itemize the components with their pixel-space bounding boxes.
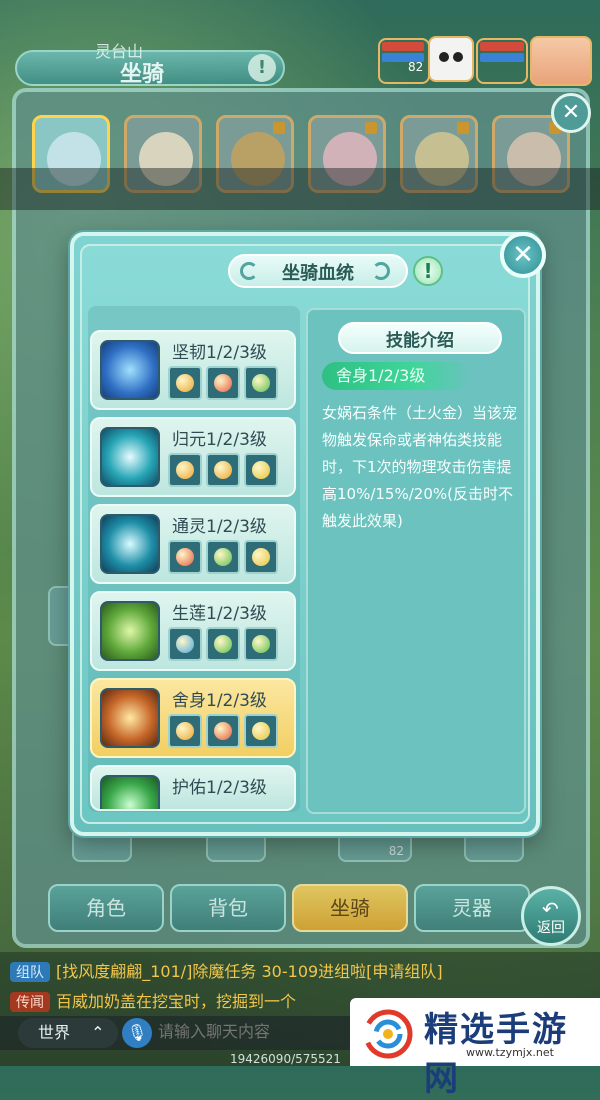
chat-line[interactable]: 组队 [找风度翩翩_101/]除魔任务 30-109进组啦[申请组队] (10, 958, 443, 982)
skill-name: 通灵1/2/3级 (172, 517, 267, 537)
channel-label: 世界 (38, 1023, 71, 1042)
player-avatar[interactable] (530, 36, 592, 86)
skill-name: 护佑1/2/3级 (172, 778, 267, 798)
chat-tag: 传闻 (10, 992, 50, 1012)
gem-icon (206, 627, 240, 661)
gem-icon (244, 627, 278, 661)
skill-name: 生莲1/2/3级 (172, 604, 267, 624)
tab-bag[interactable]: 背包 (170, 884, 286, 932)
spirit-skill-icon (100, 514, 160, 574)
panel-title: 坐骑 (120, 62, 165, 87)
lock-icon (457, 122, 469, 134)
skill-name: 坚韧1/2/3级 (172, 343, 267, 363)
return-origin-skill-icon (100, 427, 160, 487)
swirl-decor-icon (240, 262, 258, 280)
top-hud: 灵台山 坐骑 ! 82 (0, 0, 600, 90)
gem-icon (206, 366, 240, 400)
chat-input[interactable] (158, 1019, 348, 1047)
gem-icon (168, 366, 202, 400)
panel-info-icon[interactable]: ! (248, 54, 276, 82)
tough-skill-icon (100, 340, 160, 400)
watermark-url: www.tzymjx.net (466, 1046, 554, 1059)
modal-info-icon[interactable]: ! (413, 256, 443, 286)
chat-tag: 组队 (10, 962, 50, 982)
mount-panel-close-button[interactable]: ✕ (551, 93, 591, 133)
gem-icon (244, 453, 278, 487)
lock-icon (273, 122, 285, 134)
watermark-logo-icon (363, 1009, 413, 1059)
return-label: 返回 (537, 920, 565, 936)
tab-spirit-artifact[interactable]: 灵器 (414, 884, 530, 932)
gem-icon (168, 627, 202, 661)
gem-icon (244, 366, 278, 400)
modal-close-button[interactable]: ✕ (500, 232, 546, 278)
gem-icon (168, 540, 202, 574)
skill-name: 舍身1/2/3级 (172, 691, 267, 711)
gem-icon (206, 453, 240, 487)
modal-title: 坐骑血统 (282, 263, 354, 284)
chat-text: 百威加奶盖在挖宝时，挖掘到一个 (56, 992, 297, 1011)
return-arrow-icon: ↶ (542, 897, 559, 921)
mount-equip-level: 82 (388, 844, 404, 858)
tab-mount[interactable]: 坐骑 (292, 884, 408, 932)
lotus-skill-icon (100, 601, 160, 661)
player-status[interactable] (476, 38, 528, 84)
microphone-icon[interactable]: 🎙 (122, 1018, 152, 1048)
detail-description: 女娲石条件（土火金）当该宠物触发保命或者神佑类技能时，下1次的物理攻击伤害提高1… (322, 404, 518, 530)
swirl-decor-icon (372, 262, 390, 280)
gem-icon (206, 540, 240, 574)
overlay-strip (0, 168, 600, 210)
gem-icon (244, 540, 278, 574)
gem-icon (206, 714, 240, 748)
gem-icon (168, 453, 202, 487)
gem-icon (168, 714, 202, 748)
detail-title: 技能介绍 (386, 331, 454, 351)
skill-name: 归元1/2/3级 (172, 430, 267, 450)
chat-channel-select[interactable]: 世界 ⌃ (18, 1018, 118, 1048)
return-button[interactable]: ↶ 返回 (521, 886, 581, 946)
skill-card[interactable]: 护佑1/2/3级 (90, 765, 296, 811)
chat-line[interactable]: 传闻 百威加奶盖在挖宝时，挖掘到一个 (10, 988, 296, 1012)
chat-text: [找风度翩翩_101/]除魔任务 30-109进组啦[申请组队] (56, 962, 443, 981)
tab-character[interactable]: 角色 (48, 884, 164, 932)
gem-icon (244, 714, 278, 748)
team-level: 82 (408, 60, 424, 74)
sacrifice-skill-icon (100, 688, 160, 748)
lock-icon (365, 122, 377, 134)
chevron-up-icon: ⌃ (91, 1023, 105, 1042)
protect-skill-icon (100, 775, 160, 809)
detail-skill-name: 舍身1/2/3级 (322, 362, 472, 390)
panda-pet-avatar[interactable] (428, 36, 474, 82)
resource-counter: 19426090/575521 (230, 1052, 341, 1066)
